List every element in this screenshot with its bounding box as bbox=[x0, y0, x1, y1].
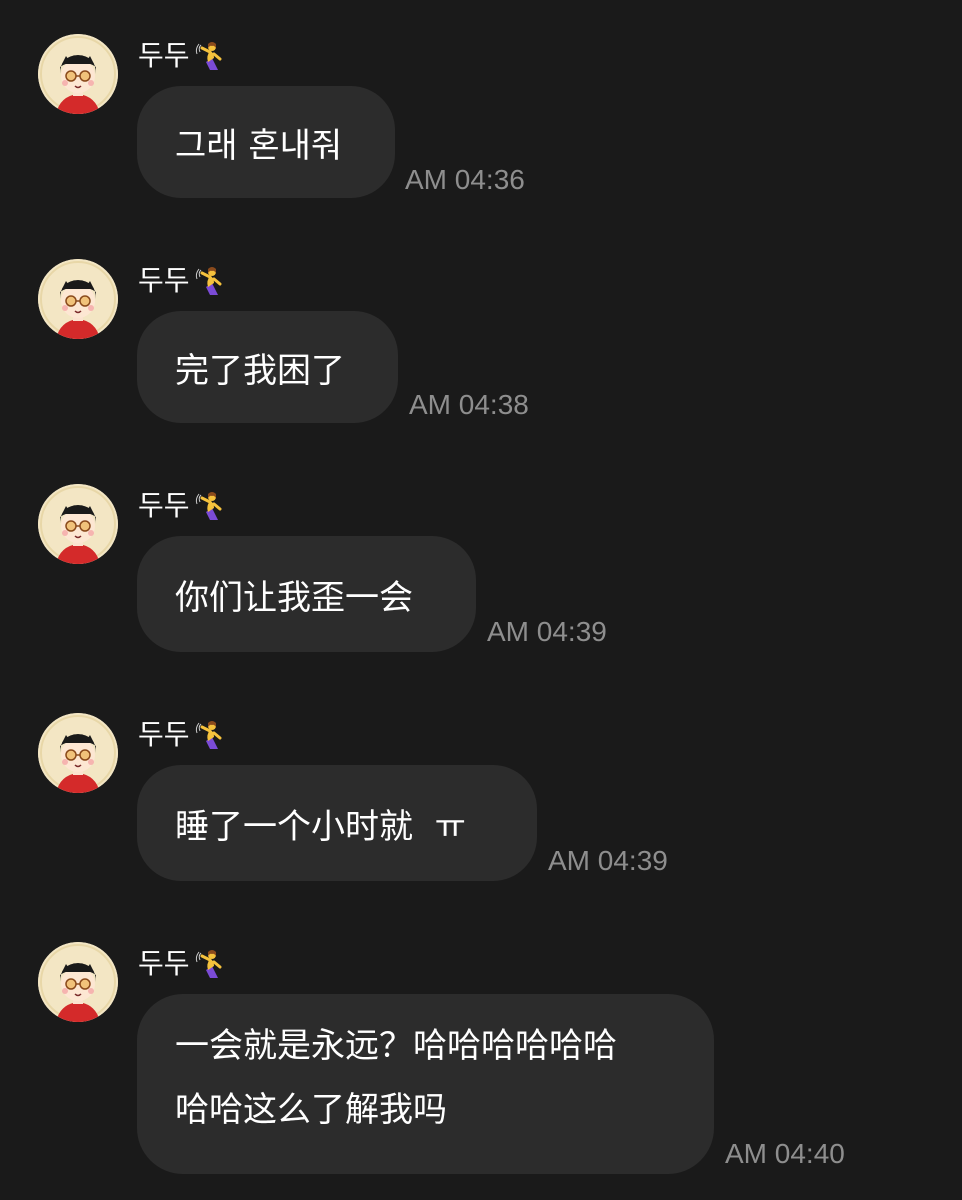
message-time: AM 04:38 bbox=[409, 389, 529, 420]
message-time: AM 04:36 bbox=[405, 164, 525, 195]
message-time: AM 04:40 bbox=[725, 1138, 845, 1169]
message-text-line: 哈哈这么了解我吗 bbox=[175, 1090, 447, 1130]
dancing-woman-emoji-icon bbox=[194, 490, 226, 522]
message-bubble[interactable]: 一会就是永远？哈哈哈哈哈哈 哈哈这么了解我吗 bbox=[137, 994, 714, 1174]
message-bubble[interactable]: 睡了一个小时就 ㅠ bbox=[137, 765, 537, 881]
message-bubble[interactable]: 完了我困了 bbox=[137, 311, 398, 423]
sender-name: 두두 bbox=[138, 38, 226, 74]
cartoon-girl-avatar-icon[interactable] bbox=[38, 259, 118, 339]
message-time: AM 04:39 bbox=[548, 845, 668, 876]
cartoon-girl-avatar-icon[interactable] bbox=[38, 713, 118, 793]
message-bubble[interactable]: 그래 혼내줘 bbox=[137, 86, 395, 198]
cartoon-girl-avatar-icon[interactable] bbox=[38, 34, 118, 114]
dancing-woman-emoji-icon bbox=[194, 948, 226, 980]
message-text: 完了我困了 bbox=[175, 350, 345, 391]
message-text: 你们让我歪一会 bbox=[175, 577, 413, 618]
sender-name-text: 두두 bbox=[138, 947, 190, 980]
cartoon-girl-avatar-icon[interactable] bbox=[38, 942, 118, 1022]
message-bubble[interactable]: 你们让我歪一会 bbox=[137, 536, 476, 652]
sender-name: 두두 bbox=[138, 717, 226, 753]
message-text: 그래 혼내줘 bbox=[175, 125, 343, 166]
sender-name-text: 두두 bbox=[138, 489, 190, 522]
message-time: AM 04:39 bbox=[487, 616, 607, 647]
sender-name-text: 두두 bbox=[138, 718, 190, 751]
sender-name-text: 두두 bbox=[138, 264, 190, 297]
dancing-woman-emoji-icon bbox=[194, 265, 226, 297]
message-text: 睡了一个小时就 ㅠ bbox=[175, 806, 466, 847]
cartoon-girl-avatar-icon[interactable] bbox=[38, 484, 118, 564]
sender-name: 두두 bbox=[138, 263, 226, 299]
dancing-woman-emoji-icon bbox=[194, 40, 226, 72]
sender-name: 두두 bbox=[138, 488, 226, 524]
sender-name-text: 두두 bbox=[138, 39, 190, 72]
dancing-woman-emoji-icon bbox=[194, 719, 226, 751]
sender-name: 두두 bbox=[138, 946, 226, 982]
message-text-line: 一会就是永远？哈哈哈哈哈哈 bbox=[175, 1026, 617, 1066]
